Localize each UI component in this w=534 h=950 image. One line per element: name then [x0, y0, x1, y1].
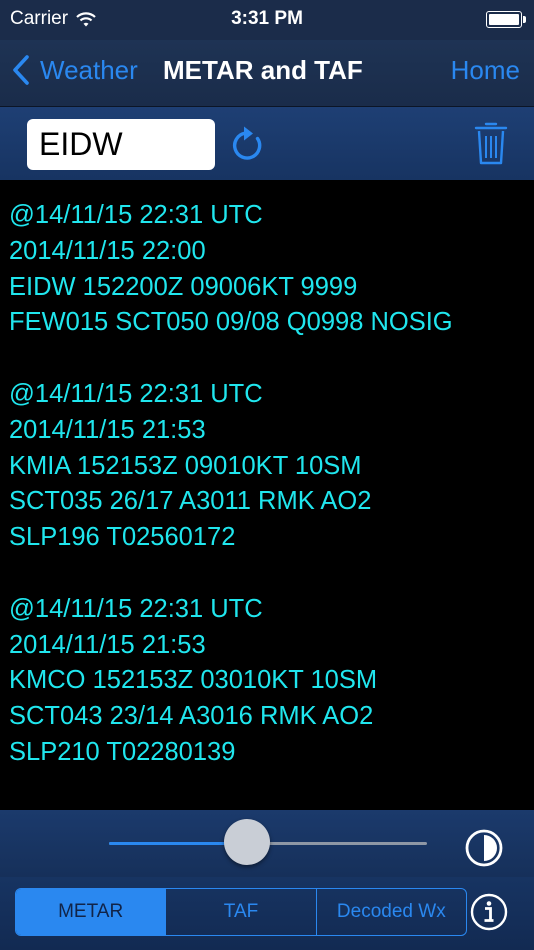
report-observed-time: 2014/11/15 22:00: [9, 236, 206, 265]
tab-bar: METAR TAF Decoded Wx: [0, 877, 534, 950]
slider-bar: [0, 810, 534, 877]
report-line: SLP196 T02560172: [9, 523, 236, 552]
status-time: 3:31 PM: [231, 8, 303, 29]
report-line: FEW015 SCT050 09/08 Q0998 NOSIG: [9, 308, 453, 337]
report-line: SCT043 23/14 A3016 RMK AO2: [9, 702, 374, 731]
back-button-label: Weather: [40, 54, 138, 85]
report-line: EIDW 152200Z 09006KT 9999: [9, 272, 358, 301]
info-icon[interactable]: [469, 892, 509, 932]
report-block: @14/11/15 22:31 UTC 2014/11/15 21:53 KMIA …: [9, 377, 534, 556]
station-code-input[interactable]: [27, 119, 215, 170]
report-line: KMCO 152153Z 03010KT 10SM: [9, 666, 378, 695]
tab-decoded-wx[interactable]: Decoded Wx: [317, 889, 466, 935]
report-observed-time: 2014/11/15 21:53: [9, 415, 206, 444]
chevron-left-icon: [13, 55, 29, 85]
contrast-icon[interactable]: [464, 828, 504, 868]
slider-thumb[interactable]: [224, 819, 271, 865]
report-line: SLP210 T02280139: [9, 737, 236, 766]
report-block: @14/11/15 22:31 UTC 2014/11/15 21:53 KMCO …: [9, 592, 534, 771]
trash-icon[interactable]: [473, 120, 509, 166]
home-button[interactable]: Home: [451, 55, 520, 86]
report-observed-time: 2014/11/15 21:53: [9, 630, 206, 659]
page-title: METAR and TAF: [163, 55, 363, 85]
nav-bar: Weather METAR and TAF Home: [0, 40, 534, 107]
search-toolbar: [0, 107, 534, 180]
report-fetched-time: @14/11/15 22:31 UTC: [9, 594, 263, 623]
report-type-segmented-control: METAR TAF Decoded Wx: [15, 888, 467, 936]
tab-metar[interactable]: METAR: [16, 889, 167, 935]
report-line: KMIA 152153Z 09010KT 10SM: [9, 451, 362, 480]
status-bar: Carrier 3:31 PM: [0, 0, 534, 40]
battery-icon: [486, 11, 526, 28]
tab-taf[interactable]: TAF: [166, 889, 317, 935]
refresh-icon[interactable]: [228, 123, 268, 165]
back-button[interactable]: Weather: [12, 54, 138, 86]
report-fetched-time: @14/11/15 22:31 UTC: [9, 201, 263, 229]
report-line: SCT035 26/17 A3011 RMK AO2: [9, 487, 372, 516]
report-block: @14/11/15 22:31 UTC 2014/11/15 22:00 EIDW …: [9, 198, 534, 341]
report-area[interactable]: @14/11/15 22:31 UTC 2014/11/15 22:00 EIDW …: [0, 180, 534, 810]
report-fetched-time: @14/11/15 22:31 UTC: [9, 379, 263, 408]
